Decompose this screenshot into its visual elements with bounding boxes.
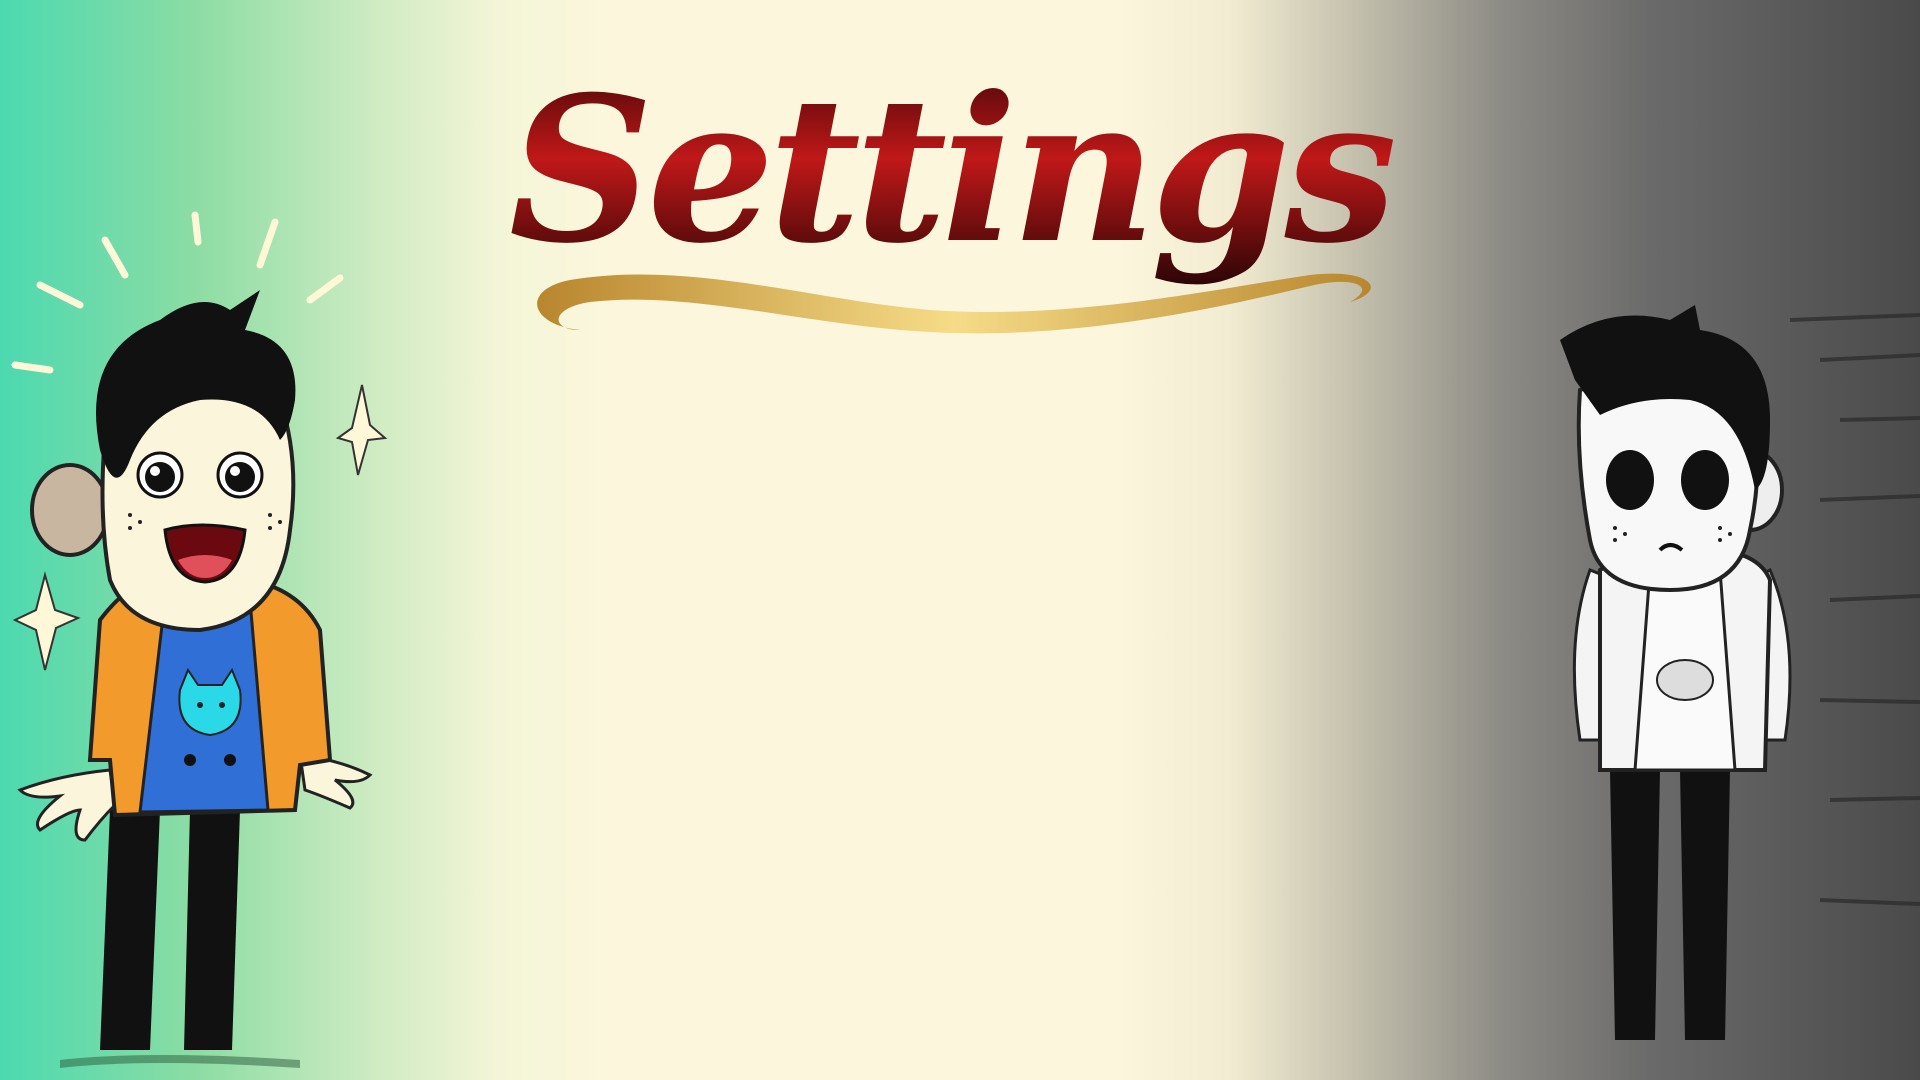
- settings-title-banner: Settings: [510, 40, 1410, 370]
- settings-title-graphic: Settings: [510, 53, 1400, 334]
- sad-character-illustration: [1520, 300, 1920, 1080]
- settings-title-text: Settings: [510, 53, 1394, 288]
- happy-character-illustration: [0, 200, 400, 1080]
